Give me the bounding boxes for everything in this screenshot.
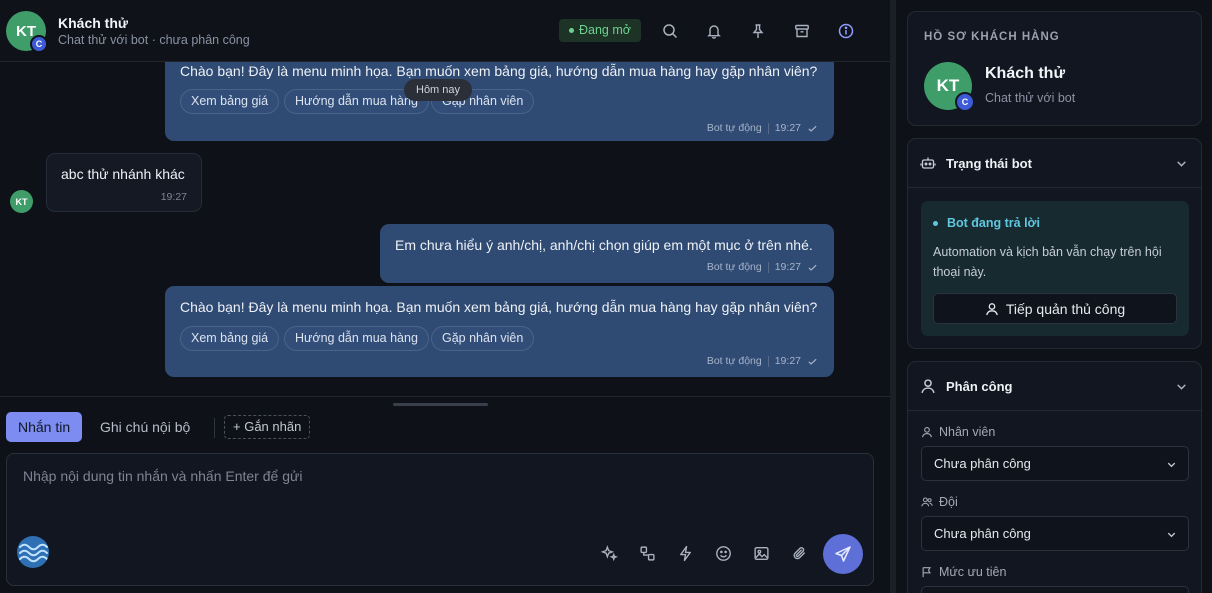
message-time: 19:27	[774, 122, 801, 134]
section-title: HỒ SƠ KHÁCH HÀNG	[924, 31, 1060, 43]
team-label: Đội	[939, 495, 958, 509]
resize-handle[interactable]	[393, 403, 488, 406]
bot-status-box: Bot đang trả lời Automation và kịch bản …	[921, 201, 1189, 336]
check-icon	[808, 125, 817, 132]
message-time: 19:27	[774, 355, 801, 367]
assignment-card: Phân công Nhân viên Chưa phân công Đội C…	[907, 361, 1202, 593]
chat-panel: KT C Khách thử Chat thử với bot · chưa p…	[0, 0, 890, 593]
agent-label: Nhân viên	[939, 425, 996, 439]
user-icon	[921, 426, 933, 438]
image-icon[interactable]	[750, 542, 772, 564]
profile-subtitle: Chat thử với bot	[985, 91, 1076, 105]
flag-icon	[922, 567, 931, 578]
bot-status-header[interactable]: Trạng thái bot	[908, 139, 1201, 188]
status-badge[interactable]: Đang mở	[559, 19, 641, 42]
message-meta: Bot tự động 19:27	[707, 261, 818, 273]
team-select[interactable]: Chưa phân công	[921, 516, 1189, 551]
emoji-icon[interactable]	[712, 542, 734, 564]
priority-label: Mức ưu tiên	[939, 565, 1007, 579]
message-text: Chào bạn! Đây là menu minh họa. Bạn muốn…	[180, 63, 818, 79]
bot-status-title: Trạng thái bot	[946, 156, 1032, 171]
chevron-down-icon	[1167, 532, 1176, 538]
incoming-message: abc thử nhánh khác 19:27	[46, 153, 202, 212]
wave-logo-icon[interactable]	[17, 536, 49, 568]
check-icon	[808, 264, 817, 271]
composer-box	[6, 453, 874, 586]
quick-reply-button[interactable]: Xem bảng giá	[180, 326, 280, 351]
chevron-down-icon[interactable]	[1175, 157, 1188, 170]
chevron-down-icon[interactable]	[1175, 380, 1188, 393]
outgoing-message: Chào bạn! Đây là menu minh họa. Bạn muốn…	[165, 62, 834, 141]
add-label-text: Gắn nhãn	[244, 419, 302, 434]
tab-divider	[214, 418, 215, 438]
sparkles-icon[interactable]	[598, 542, 620, 564]
sender-label: Bot tự động	[706, 355, 762, 367]
conversation-subtitle: Chat thử với bot · chưa phân công	[58, 33, 250, 47]
sender-label: Bot tự động	[706, 122, 762, 134]
message-meta: Bot tự động 19:27	[707, 122, 818, 134]
assignment-header[interactable]: Phân công	[908, 362, 1201, 411]
channel-badge: C	[955, 92, 975, 112]
quick-reply-button[interactable]: Hướng dẫn mua hàng	[284, 326, 429, 351]
quick-reply-button[interactable]: Gặp nhân viên	[431, 326, 535, 351]
contact-name: Khách thử	[58, 15, 129, 31]
bot-state-description: Automation và kịch bản vẫn chạy trên hội…	[933, 245, 1162, 279]
message-text: abc thử nhánh khác	[61, 166, 185, 182]
search-icon[interactable]	[659, 20, 681, 42]
pin-icon[interactable]	[747, 20, 769, 42]
assignment-title: Phân công	[946, 379, 1013, 394]
channel-badge: C	[30, 35, 48, 53]
tab-internal-note[interactable]: Ghi chú nội bộ	[88, 412, 202, 442]
users-icon	[921, 497, 933, 507]
send-icon	[835, 546, 851, 562]
status-dot-icon	[933, 221, 938, 226]
agent-field-label: Nhân viên	[921, 425, 995, 439]
take-over-label: Tiếp quản thủ công	[1005, 300, 1126, 317]
take-over-button[interactable]: Tiếp quản thủ công	[933, 293, 1177, 324]
user-icon	[921, 379, 935, 394]
message-text: Em chưa hiểu ý anh/chị, anh/chị chọn giú…	[395, 237, 813, 253]
message-time: 19:27	[774, 261, 801, 273]
chat-header: KT C Khách thử Chat thử với bot · chưa p…	[0, 0, 890, 62]
blocks-icon[interactable]	[636, 542, 658, 564]
chevron-down-icon	[1167, 462, 1176, 468]
paperclip-icon[interactable]	[788, 542, 810, 564]
sender-label: Bot tự động	[706, 261, 762, 273]
send-button[interactable]	[823, 534, 863, 574]
agent-select[interactable]: Chưa phân công	[921, 446, 1189, 481]
archive-icon[interactable]	[791, 20, 813, 42]
outgoing-message: Em chưa hiểu ý anh/chị, anh/chị chọn giú…	[380, 224, 834, 283]
check-icon	[808, 358, 817, 365]
message-text: Chào bạn! Đây là menu minh họa. Bạn muốn…	[180, 299, 818, 315]
priority-select[interactable]	[921, 586, 1189, 593]
day-separator: Hôm nay	[404, 79, 473, 101]
info-icon[interactable]	[835, 20, 857, 42]
message-time: 19:27	[160, 191, 187, 203]
quick-reply-button[interactable]: Xem bảng giá	[180, 89, 280, 114]
bell-icon[interactable]	[703, 20, 725, 42]
bot-status-card: Trạng thái bot Bot đang trả lời Automati…	[907, 138, 1202, 349]
customer-profile-card: HỒ SƠ KHÁCH HÀNG KT C Khách thử Chat thử…	[907, 11, 1202, 126]
tab-message[interactable]: Nhắn tin	[6, 412, 83, 442]
outgoing-message: Chào bạn! Đây là menu minh họa. Bạn muốn…	[165, 286, 834, 377]
message-input[interactable]	[23, 468, 803, 484]
user-icon	[985, 302, 998, 315]
add-label-button[interactable]: + Gắn nhãn	[224, 415, 311, 439]
team-value: Chưa phân công	[934, 526, 1031, 541]
contact-avatar-small: KT	[10, 190, 33, 213]
composer-area: Nhắn tin Ghi chú nội bộ + Gắn nhãn	[0, 396, 890, 593]
agent-value: Chưa phân công	[934, 456, 1031, 471]
team-field-label: Đội	[921, 495, 958, 509]
lightning-icon[interactable]	[674, 542, 696, 564]
profile-name: Khách thử	[985, 65, 1066, 82]
customer-sidebar: HỒ SƠ KHÁCH HÀNG KT C Khách thử Chat thử…	[896, 0, 1212, 593]
bot-state-title: Bot đang trả lời	[947, 216, 1040, 230]
message-meta: Bot tự động 19:27	[707, 355, 818, 367]
message-list[interactable]: Chào bạn! Đây là menu minh họa. Bạn muốn…	[0, 62, 890, 396]
priority-field-label: Mức ưu tiên	[921, 565, 1006, 579]
robot-icon	[920, 157, 936, 169]
